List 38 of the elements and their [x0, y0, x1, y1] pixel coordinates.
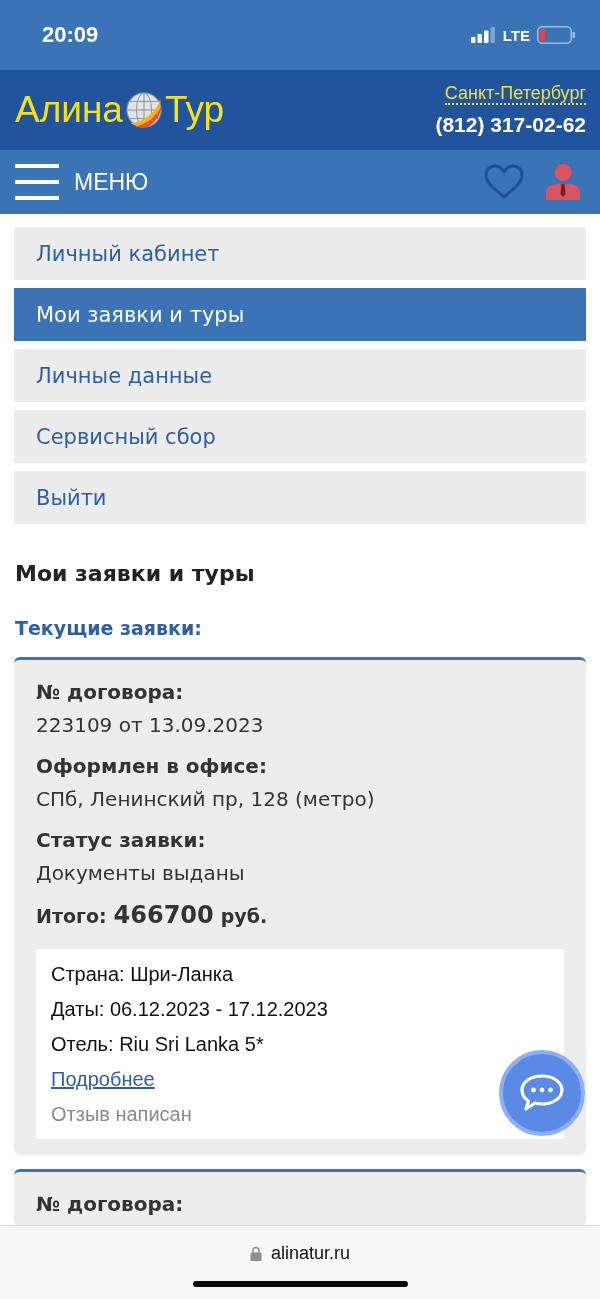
total-amount: 466700: [113, 900, 214, 931]
nav-item[interactable]: Выйти: [14, 471, 586, 524]
currency-label: руб.: [220, 904, 268, 929]
total-label: Итого:: [36, 904, 107, 929]
tour-info-line: Даты: 06.12.2023 - 17.12.2023: [51, 997, 328, 1022]
battery-icon: [537, 26, 576, 44]
field-value: 223109 от 13.09.2023: [36, 712, 265, 739]
user-icon[interactable]: [546, 164, 580, 200]
menu-icon: [15, 164, 59, 200]
field-label: № договора:: [36, 679, 185, 706]
phone-number[interactable]: (812) 317-02-62: [435, 113, 586, 137]
heart-icon[interactable]: [484, 164, 524, 200]
city-link[interactable]: Санкт-Петербург: [444, 83, 586, 105]
nav-item[interactable]: Личный кабинет: [14, 227, 586, 280]
field-label: Статус заявки:: [36, 827, 207, 854]
field-value: СПб, Ленинский пр, 128 (метро): [36, 786, 376, 813]
tour-info-line: Отель: Riu Sri Lanka 5*: [51, 1032, 264, 1057]
menu-button[interactable]: МЕНЮ: [15, 164, 149, 200]
field-value: Документы выданы: [36, 860, 246, 887]
logo-text[interactable]: Алина: [15, 90, 123, 130]
logo-text[interactable]: Тур: [164, 90, 225, 130]
nav-item[interactable]: Личные данные: [14, 349, 586, 402]
section-title: Текущие заявки:: [15, 616, 203, 641]
url-text[interactable]: alinatur.ru: [270, 1242, 351, 1264]
review-status: Отзыв написан: [51, 1102, 192, 1127]
signal-icon: [470, 27, 496, 43]
page-title: Мои заявки и туры: [15, 560, 256, 588]
globe-icon: [124, 91, 163, 129]
status-time: 20:09: [42, 22, 99, 48]
field-label: Оформлен в офисе:: [36, 753, 268, 780]
chat-icon: [519, 1073, 565, 1113]
tour-info-line: Страна: Шри-Ланка: [51, 962, 234, 987]
network-label: LTE: [502, 26, 530, 44]
field-label: № договора:: [36, 1191, 185, 1218]
details-link[interactable]: Подробнее: [51, 1068, 155, 1090]
nav-item[interactable]: Сервисный сбор: [14, 410, 586, 463]
lock-icon: [249, 1245, 262, 1261]
nav-item[interactable]: Мои заявки и туры: [14, 288, 586, 341]
